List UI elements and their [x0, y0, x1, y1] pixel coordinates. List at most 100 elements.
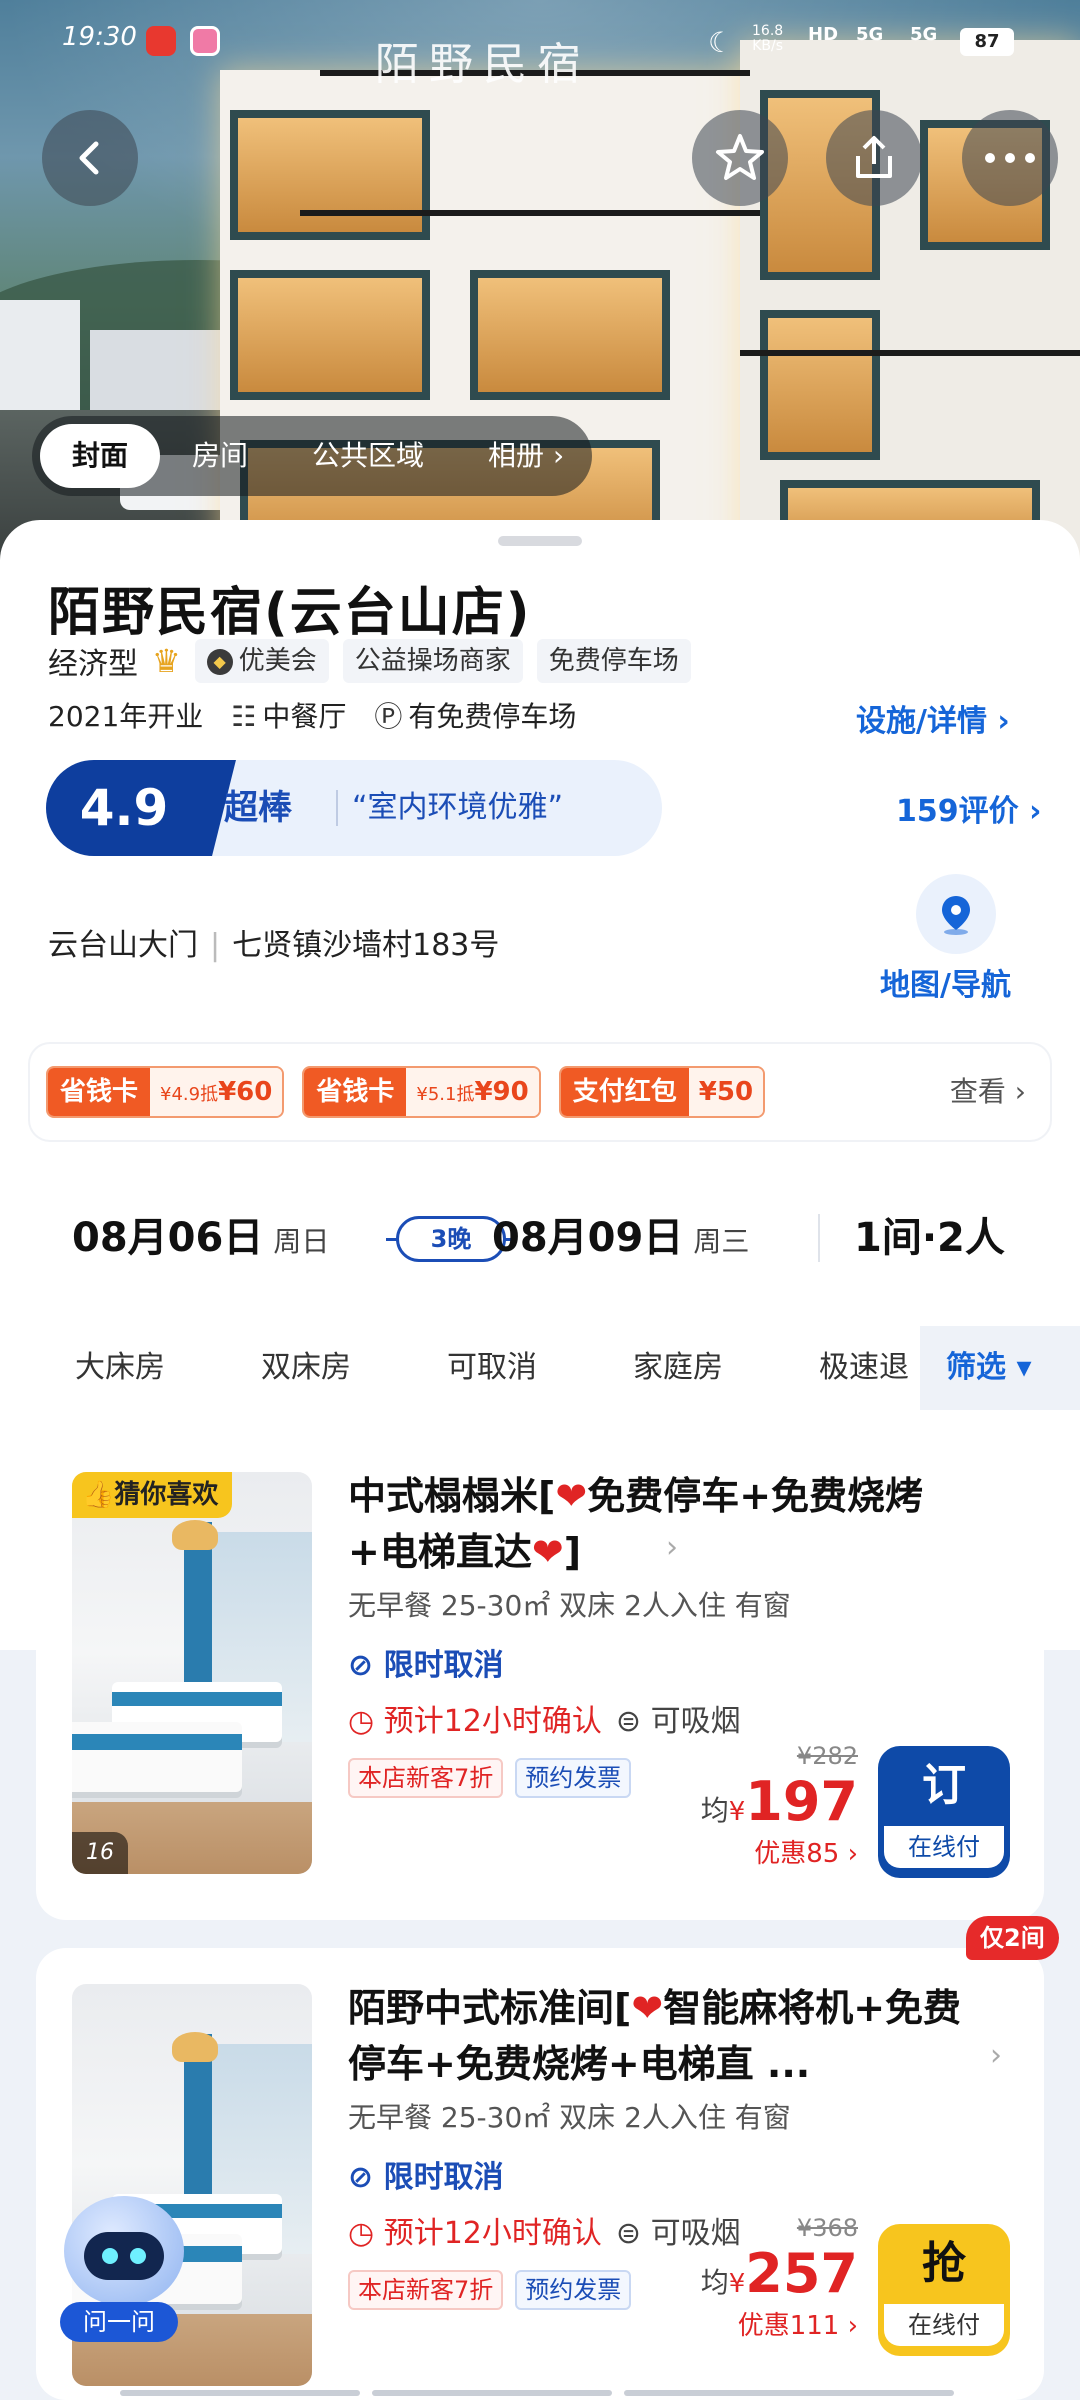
charity-tag[interactable]: 公益操场商家 — [342, 639, 523, 683]
tab-cover[interactable]: 封面 — [40, 424, 161, 488]
heart-icon: ❤ — [631, 1986, 664, 2030]
discount-amount[interactable]: 优惠85 › — [701, 1833, 858, 1870]
drag-handle[interactable] — [498, 536, 582, 546]
room-title: 陌野中式标准间[❤智能麻将机+免费停车+免费烧烤+电梯直 ... — [348, 1986, 962, 2086]
hotel-type: 经济型 — [48, 647, 138, 682]
confirm-time: ◷ 预计12小时确认 ⊜ 可吸烟 — [348, 1704, 741, 1739]
cancel-policy: ⊘ 限时取消 — [348, 2160, 504, 2195]
rooms-guests[interactable]: 1间·2人 — [854, 1176, 1005, 1300]
map-button[interactable] — [916, 874, 996, 954]
share-button[interactable] — [826, 110, 922, 206]
room-tags: 本店新客7折 预约发票 — [348, 1758, 632, 1798]
room-card[interactable]: 👍猜你喜欢 16 中式榻榻米[❤免费停车+免费烧烤+电梯直达❤] › 无早餐 2… — [36, 1436, 1044, 1920]
check-circle-icon: ⊘ — [348, 2160, 384, 2195]
room-specs: 无早餐 25-30㎡ 双床 2人入住 有窗 — [348, 1589, 791, 1622]
tab-public-areas[interactable]: 公共区域 — [280, 424, 456, 488]
cancel-policy: ⊘ 限时取消 — [348, 1648, 504, 1683]
filter-family-room[interactable]: 家庭房 — [594, 1326, 762, 1410]
coupon-savings-card-2[interactable]: 省钱卡 ¥5.1抵¥90 — [302, 1066, 541, 1118]
heart-icon: ❤ — [555, 1474, 588, 1518]
more-dots-icon — [985, 153, 1035, 163]
signal-icon-1: 5G — [856, 24, 884, 45]
checkout-date[interactable]: 08月09日 周三 — [492, 1176, 749, 1304]
hd-icon: HD — [808, 24, 839, 45]
check-circle-icon: ⊘ — [348, 1648, 384, 1683]
more-button[interactable] — [962, 110, 1058, 206]
parking-icon: Ⓟ — [374, 700, 403, 733]
share-icon — [856, 136, 892, 178]
favorite-button[interactable] — [692, 110, 788, 206]
back-arrow-icon — [79, 141, 99, 175]
room-specs: 无早餐 25-30㎡ 双床 2人入住 有窗 — [348, 2101, 791, 2134]
hotel-name: 陌野民宿(云台山店) — [48, 583, 532, 643]
map-pin-icon — [942, 896, 970, 935]
hotel-facts: 2021年开业 ☷ 中餐厅 Ⓟ 有免费停车场 — [48, 692, 576, 738]
facilities-link[interactable]: 设施/详情 › — [856, 696, 1010, 740]
filter-button[interactable]: 筛选 ▾ — [920, 1326, 1080, 1410]
opened-year: 2021年开业 — [48, 700, 204, 733]
room-photo[interactable]: 👍猜你喜欢 16 — [72, 1472, 312, 1874]
promo-view-more[interactable]: 查看 › — [950, 1044, 1026, 1140]
new-customer-tag: 本店新客7折 — [348, 2270, 504, 2310]
room-price: ¥368 均¥257 优惠111 › — [701, 2214, 858, 2342]
date-selector[interactable]: 08月06日 周日 3晚 08月09日 周三 1间·2人 — [36, 1176, 1044, 1300]
heart-icon: ❤ — [531, 1530, 564, 1574]
invoice-tag: 预约发票 — [515, 1758, 632, 1798]
grab-button[interactable]: 抢 在线付 — [878, 2224, 1010, 2356]
room-tags: 本店新客7折 预约发票 — [348, 2270, 632, 2310]
signal-icon-2: 5G — [910, 24, 938, 45]
member-tag[interactable]: ◆ 优美会 — [194, 639, 329, 683]
promo-bar: 省钱卡 ¥4.9抵¥60 省钱卡 ¥5.1抵¥90 支付红包 ¥50 查看 › — [30, 1044, 1050, 1140]
invoice-tag: 预约发票 — [515, 2270, 632, 2310]
book-button[interactable]: 订 在线付 — [878, 1746, 1010, 1878]
filter-king-bed[interactable]: 大床房 — [36, 1326, 204, 1410]
hotel-detail-page: 陌野民宿 19:30 ☾ 16.8 KB/s HD 5G 5G 87 封面 房间 … — [0, 0, 1080, 2400]
nights-count: 3晚 — [396, 1216, 506, 1262]
smoking-icon: ⊜ — [615, 2216, 651, 2251]
checkin-date[interactable]: 08月06日 周日 — [72, 1176, 329, 1304]
current-price: 均¥257 — [700, 2242, 858, 2305]
address[interactable]: 云台山大门 | 七贤镇沙墙村183号 — [48, 920, 499, 964]
chevron-right-icon: › — [990, 2038, 1002, 2073]
original-price: ¥368 — [796, 2214, 858, 2242]
confirm-time: ◷ 预计12小时确认 ⊜ 可吸烟 — [348, 2216, 741, 2251]
restaurant-icon: ☷ — [231, 700, 257, 733]
parking-tag[interactable]: 免费停车场 — [536, 639, 691, 683]
coupon-savings-card-1[interactable]: 省钱卡 ¥4.9抵¥60 — [46, 1066, 285, 1118]
current-price: 均¥197 — [700, 1770, 858, 1833]
app-notification-icon — [190, 26, 220, 56]
coupon-red-packet[interactable]: 支付红包 ¥50 — [558, 1066, 766, 1118]
new-customer-tag: 本店新客7折 — [348, 1758, 504, 1798]
diamond-icon: ◆ — [206, 648, 233, 675]
status-bar: 19:30 ☾ 16.8 KB/s HD 5G 5G 87 — [0, 0, 1080, 84]
crown-icon: ♛ — [152, 642, 181, 680]
restaurant-info: ☷ 中餐厅 — [231, 700, 347, 733]
star-icon — [716, 134, 764, 180]
clock-icon: ◷ — [348, 1704, 384, 1739]
scroll-indicator — [120, 2390, 360, 2396]
reviews-link[interactable]: 159评价 › — [896, 786, 1041, 830]
ask-assistant-button[interactable]: 问一问 — [60, 2196, 190, 2342]
rating-level: 超棒 — [224, 788, 292, 828]
rating-badge[interactable]: 4.9 超棒 “室内环境优雅” — [46, 760, 662, 856]
do-not-disturb-icon: ☾ — [708, 26, 734, 59]
original-price: ¥282 — [796, 1742, 858, 1770]
photo-count: 16 — [72, 1832, 128, 1874]
weibo-icon — [146, 26, 176, 56]
rooms-left-badge: 仅2间 — [966, 1916, 1059, 1960]
discount-amount[interactable]: 优惠111 › — [701, 2305, 858, 2342]
thumbs-up-icon: 👍 — [82, 1480, 115, 1510]
smoking-icon: ⊜ — [615, 1704, 651, 1739]
assistant-label: 问一问 — [60, 2302, 178, 2342]
map-nav-link[interactable]: 地图/导航 — [880, 960, 1011, 1004]
network-speed: 16.8 KB/s — [752, 23, 784, 54]
status-time: 19:30 — [62, 22, 137, 52]
tab-rooms[interactable]: 房间 — [160, 424, 280, 488]
filter-twin-bed[interactable]: 双床房 — [222, 1326, 390, 1410]
filter-cancelable[interactable]: 可取消 — [408, 1326, 576, 1410]
parking-info: Ⓟ 有免费停车场 — [374, 695, 576, 735]
back-button[interactable] — [42, 110, 138, 206]
recommend-badge: 👍猜你喜欢 — [72, 1472, 233, 1518]
room-price: ¥282 均¥197 优惠85 › — [701, 1742, 858, 1870]
tab-album[interactable]: 相册 › — [456, 424, 596, 488]
